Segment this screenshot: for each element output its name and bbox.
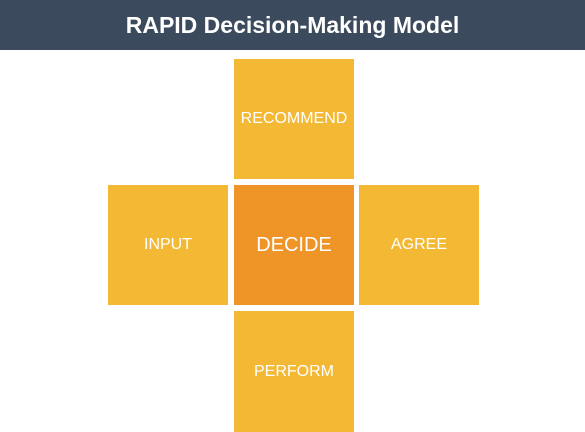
agree-label: AGREE [390, 236, 447, 253]
agree-box: AGREE [359, 185, 479, 305]
decide-box: DECIDE [234, 185, 354, 305]
recommend-box: RECOMMEND [234, 59, 354, 179]
input-box: INPUT [108, 185, 228, 305]
perform-box: PERFORM [234, 311, 354, 432]
decide-label: DECIDE [256, 233, 332, 256]
recommend-label: RECOMMEND [240, 110, 348, 127]
perform-label: PERFORM [254, 362, 334, 380]
rapid-diagram: RECOMMEND INPUT DECIDE AGREE PERFORM [0, 0, 585, 432]
input-label: INPUT [144, 236, 192, 253]
